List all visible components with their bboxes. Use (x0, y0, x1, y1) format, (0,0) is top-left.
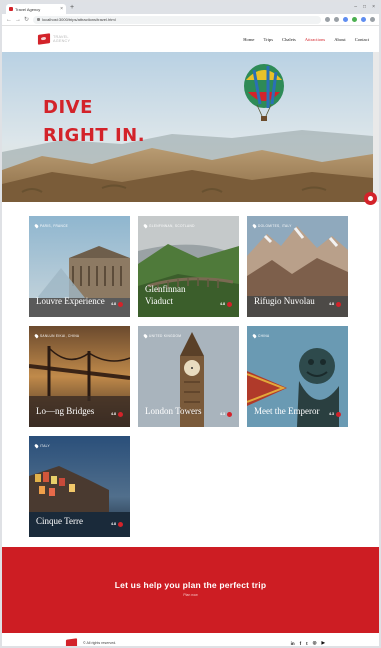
cta-heading: Let us help you plan the perfect trip (114, 580, 267, 590)
location-pin-icon (252, 333, 257, 339)
card-rating: 4.8 (220, 302, 225, 306)
hero-line-2: RIGHT IN. (43, 125, 146, 146)
location-pin-icon (34, 333, 39, 339)
extension-icon[interactable] (334, 17, 339, 22)
attraction-card-cinque-terre[interactable]: Italy Cinque Terre 4.8 (29, 436, 130, 537)
logo-icon (37, 33, 51, 45)
favorite-dot-icon[interactable] (118, 302, 123, 307)
hero-banner: DIVE RIGHT IN. (2, 52, 373, 202)
bookmark-star-icon[interactable] (325, 17, 330, 22)
footer-logo-icon[interactable] (65, 637, 78, 646)
sync-icon[interactable] (352, 17, 357, 22)
linkedin-icon[interactable]: in (291, 641, 295, 646)
card-rating: 4.8 (329, 302, 334, 306)
tab-title: Travel Agency (15, 6, 41, 12)
favorite-dot-icon[interactable] (227, 412, 232, 417)
attraction-card-bridges[interactable]: Sanlun Eikai, China Lo—ng Bridges 4.8 (29, 326, 130, 427)
card-location: United Kingdom (149, 334, 182, 338)
reload-button[interactable]: ↻ (24, 16, 29, 23)
hero-line-1: DIVE (43, 97, 93, 118)
card-rating: 4.8 (111, 302, 116, 306)
card-location: Paris, France (40, 224, 69, 228)
logo-line-2: AGENCY (53, 39, 71, 43)
card-location: Dolomites, Italy (258, 224, 292, 228)
youtube-icon[interactable]: ▶ (322, 640, 325, 646)
attraction-card-london[interactable]: United Kingdom London Towers 4.3 (138, 326, 239, 427)
nav-contact[interactable]: Contact (355, 37, 369, 42)
nav-about[interactable]: About (334, 37, 345, 42)
copyright-text: © All rights reserved. (83, 641, 117, 645)
attractions-grid: Paris, France Louvre Experience 4.8 Glen… (29, 216, 348, 537)
location-pin-icon (252, 223, 257, 229)
card-location: Italy (40, 444, 50, 448)
nav-trips[interactable]: Trips (263, 37, 273, 42)
tab-strip: Travel Agency × + – □ × (2, 2, 379, 14)
card-title: Louvre Experience (36, 296, 105, 306)
site-logo[interactable]: TRAVEL AGENCY (37, 33, 71, 45)
favorite-dot-icon[interactable] (336, 302, 341, 307)
browser-tab[interactable]: Travel Agency × (6, 4, 66, 14)
card-title: Rifugio Nuvolau (254, 296, 315, 306)
cta-plan-link[interactable]: Plan now (2, 593, 379, 597)
card-rating: 4.3 (329, 412, 334, 416)
social-links: in f t ◎ ▶ (291, 640, 325, 646)
page-viewport: TRAVEL AGENCY Home Trips Chalets Attract… (2, 26, 379, 646)
window-controls: – □ × (354, 4, 375, 10)
close-window-button[interactable]: × (372, 4, 375, 10)
location-pin-icon (34, 223, 39, 229)
favorite-dot-icon[interactable] (336, 412, 341, 417)
card-rating: 4.8 (111, 412, 116, 416)
new-tab-button[interactable]: + (70, 4, 74, 11)
back-button[interactable]: ← (6, 17, 12, 23)
attraction-card-louvre[interactable]: Paris, France Louvre Experience 4.8 (29, 216, 130, 317)
hero-heading: DIVE RIGHT IN. (43, 94, 145, 150)
card-title: Lo—ng Bridges (36, 406, 95, 416)
twitter-icon[interactable]: t (306, 641, 308, 646)
url-input[interactable]: localhost:3000/trips/attractions/travel.… (33, 15, 321, 24)
favorite-dot-icon[interactable] (227, 302, 232, 307)
site-header: TRAVEL AGENCY Home Trips Chalets Attract… (2, 26, 379, 52)
favorite-dot-icon[interactable] (118, 522, 123, 527)
facebook-icon[interactable]: f (300, 641, 302, 646)
address-bar-row: ← → ↻ localhost:3000/trips/attractions/t… (2, 14, 379, 26)
account-icon[interactable] (361, 17, 366, 22)
card-rating: 4.8 (111, 522, 116, 526)
attraction-card-rifugio[interactable]: Dolomites, Italy Rifugio Nuvolau 4.8 (247, 216, 348, 317)
card-rating: 4.3 (220, 412, 225, 416)
card-title: London Towers (145, 406, 202, 416)
scrollbar-track[interactable] (373, 52, 379, 202)
location-pin-icon (34, 443, 39, 449)
maximize-button[interactable]: □ (363, 4, 366, 10)
nav-chalets[interactable]: Chalets (282, 37, 296, 42)
card-title: Cinque Terre (36, 516, 83, 526)
toolbar-icons (325, 17, 375, 22)
browser-window: Travel Agency × + – □ × ← → ↻ localhost:… (2, 2, 379, 646)
site-footer: © All rights reserved. in f t ◎ ▶ (2, 633, 379, 646)
card-title: Glenfinnan Viaduct (145, 284, 186, 306)
scroll-up-button[interactable] (364, 192, 377, 205)
card-location: Sanlun Eikai, China (40, 334, 80, 338)
menu-icon[interactable] (370, 17, 375, 22)
profile-icon[interactable] (343, 17, 348, 22)
forward-button[interactable]: → (15, 17, 21, 23)
cta-banner: Let us help you plan the perfect trip Pl… (2, 547, 379, 633)
instagram-icon[interactable]: ◎ (313, 640, 317, 646)
card-location: China (258, 334, 270, 338)
card-title: Meet the Emperor (254, 406, 320, 416)
location-pin-icon (143, 333, 148, 339)
location-pin-icon (143, 223, 148, 229)
nav-attractions[interactable]: Attractions (305, 37, 325, 42)
nav-home[interactable]: Home (243, 37, 254, 42)
close-tab-icon[interactable]: × (60, 6, 63, 12)
attraction-card-emperor[interactable]: China Meet the Emperor 4.3 (247, 326, 348, 427)
favorite-dot-icon[interactable] (118, 412, 123, 417)
site-info-icon[interactable] (37, 18, 40, 21)
favicon-icon (9, 7, 13, 11)
minimize-button[interactable]: – (354, 4, 357, 10)
main-nav: Home Trips Chalets Attractions About Con… (243, 37, 369, 42)
card-location: Glenfinnan, Scotland (149, 224, 195, 228)
url-text: localhost:3000/trips/attractions/travel.… (42, 17, 116, 22)
attraction-card-glenfinnan[interactable]: Glenfinnan, Scotland Glenfinnan Viaduct … (138, 216, 239, 317)
